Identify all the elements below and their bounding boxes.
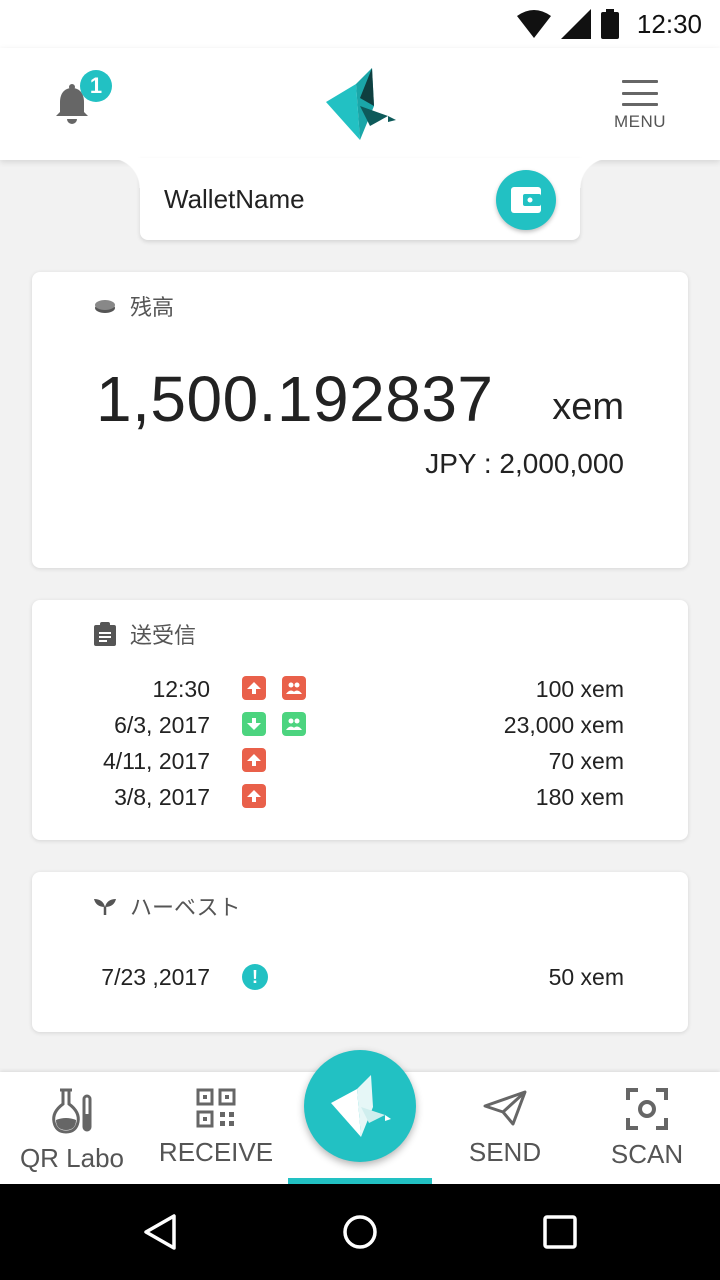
clipboard-icon — [94, 622, 116, 646]
recents-icon[interactable] — [540, 1212, 580, 1252]
transaction-row[interactable]: 6/3, 2017 23,000 xem — [32, 708, 688, 744]
nav-scan[interactable]: SCAN — [592, 1088, 702, 1170]
wifi-icon — [516, 10, 551, 38]
harvest-title: ハーベスト — [130, 895, 241, 920]
transaction-row[interactable]: 3/8, 2017 180 xem — [32, 780, 688, 816]
home-logo-icon — [331, 1075, 391, 1137]
paper-plane-icon — [483, 1090, 527, 1126]
harvest-row[interactable]: 7/23 ,2017 ! 50 xem — [32, 960, 688, 996]
nav-receive-label: RECEIVE — [158, 1137, 274, 1167]
wallet-icon — [511, 187, 541, 213]
transaction-amount: 70 xem — [548, 748, 624, 774]
harvest-card[interactable]: ハーベスト 7/23 ,2017 ! 50 xem — [32, 872, 688, 1032]
bottom-nav: QR Labo RECEIVE SEND SCAN — [0, 1050, 720, 1184]
qr-code-icon — [196, 1088, 236, 1128]
send-icon — [242, 676, 266, 700]
battery-icon — [600, 9, 619, 39]
transaction-amount: 100 xem — [535, 676, 624, 702]
balance-amount: 1,500.192837 — [96, 363, 494, 435]
transaction-date: 4/11, 2017 — [102, 748, 210, 774]
sprout-icon — [94, 899, 116, 915]
hamburger-icon — [622, 80, 658, 106]
balance-title: 残高 — [130, 295, 175, 320]
scan-icon — [626, 1088, 668, 1130]
app-logo — [326, 68, 396, 140]
status-bar: 12:30 — [0, 0, 720, 48]
send-icon — [242, 748, 266, 772]
coin-icon — [95, 300, 115, 313]
nav-send[interactable]: SEND — [450, 1088, 560, 1168]
transactions-card[interactable]: 送受信 12:30 100 xem 6/3, 2017 23,000 xem 4… — [32, 600, 688, 840]
back-icon[interactable] — [140, 1212, 180, 1252]
wallet-selector[interactable]: WalletName — [110, 158, 610, 240]
wallet-name: WalletName — [164, 184, 305, 214]
multisig-icon — [282, 676, 306, 700]
nav-qr-labo[interactable]: QR Labo — [16, 1088, 128, 1174]
alert-icon: ! — [242, 964, 268, 990]
transaction-row[interactable]: 4/11, 2017 70 xem — [32, 744, 688, 780]
home-icon[interactable] — [340, 1212, 380, 1252]
multisig-icon — [282, 712, 306, 736]
menu-button[interactable]: MENU — [604, 80, 676, 136]
transaction-date: 6/3, 2017 — [114, 712, 210, 738]
signal-icon — [560, 9, 591, 39]
status-time: 12:30 — [636, 8, 702, 39]
transaction-date: 3/8, 2017 — [114, 784, 210, 810]
transaction-amount: 180 xem — [535, 784, 624, 810]
nav-send-label: SEND — [468, 1137, 542, 1167]
app-header: 1 MENU — [0, 48, 720, 160]
notification-badge: 1 — [80, 70, 112, 102]
transaction-date: 12:30 — [152, 676, 210, 702]
home-fab-button[interactable] — [304, 1050, 416, 1162]
harvest-amount: 50 xem — [548, 964, 624, 990]
balance-unit: xem — [552, 386, 624, 428]
balance-fiat: JPY : 2,000,000 — [425, 448, 624, 479]
balance-card: 残高 1,500.192837 xem JPY : 2,000,000 — [32, 272, 688, 568]
send-icon — [242, 784, 266, 808]
system-nav-bar — [0, 1184, 720, 1280]
harvest-date: 7/23 ,2017 — [101, 964, 210, 990]
nav-qr-labo-label: QR Labo — [19, 1143, 125, 1173]
nav-scan-label: SCAN — [610, 1139, 684, 1169]
nav-receive[interactable]: RECEIVE — [156, 1088, 276, 1168]
wallet-button[interactable] — [496, 170, 556, 230]
menu-label: MENU — [613, 112, 667, 131]
flask-icon — [52, 1088, 92, 1134]
transaction-amount: 23,000 xem — [503, 712, 624, 738]
receive-icon — [242, 712, 266, 736]
transactions-title: 送受信 — [130, 623, 197, 648]
transaction-row[interactable]: 12:30 100 xem — [32, 672, 688, 708]
